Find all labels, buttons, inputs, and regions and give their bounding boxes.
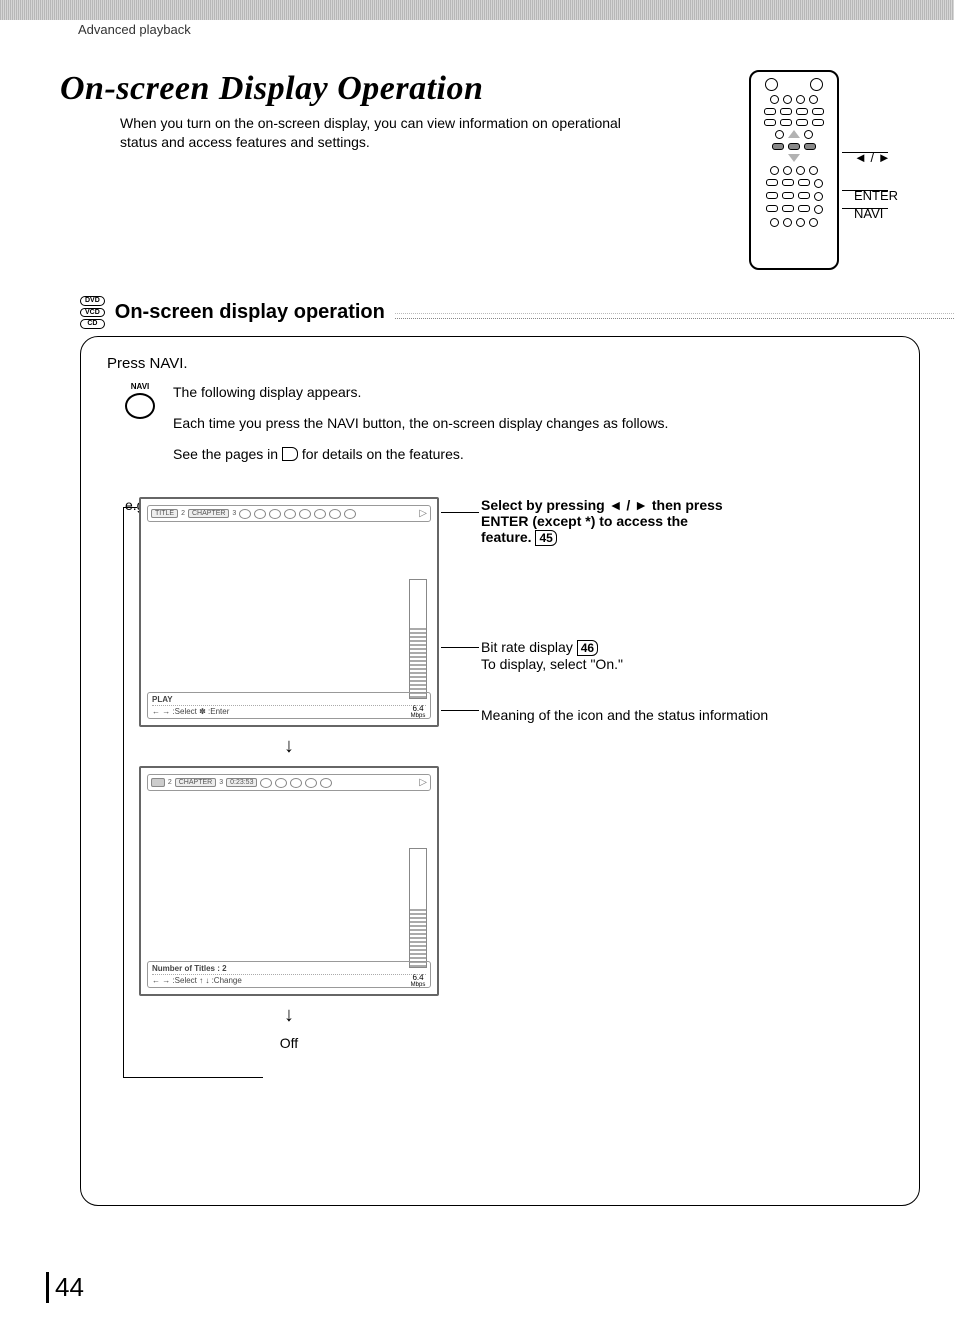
osd-screen-1: TITLE 2 CHAPTER 3 ▷ 6.4 Mbps PLAY ← → :S… [139, 497, 439, 727]
leader-line [123, 507, 137, 508]
osd2-title-highlight [151, 778, 165, 787]
intro-text: When you turn on the on-screen display, … [120, 114, 640, 152]
page-ref-box-icon [282, 447, 298, 461]
leader-line [441, 710, 479, 711]
badge-dvd: DVD [80, 296, 105, 306]
osd2-more-icon: ▷ [419, 777, 427, 788]
down-arrow-icon: ↓ [139, 735, 439, 758]
osd1-play-label: PLAY [152, 695, 426, 706]
osd2-time: 0:23:53 [226, 778, 257, 787]
osd1-chapter-tag: CHAPTER [188, 509, 229, 518]
press-navi-text: Press NAVI. [107, 355, 893, 372]
leader-line [842, 208, 888, 209]
leader-line [842, 152, 888, 153]
bitrate-meter [409, 579, 427, 699]
navi-button-icon: NAVI [123, 382, 157, 419]
off-label: Off [139, 1035, 439, 1051]
page-ref-45: 45 [535, 530, 556, 546]
leader-line [441, 512, 479, 513]
osd1-title-num: 2 [181, 510, 185, 517]
osd2-title-num: 2 [168, 779, 172, 786]
osd2-chapter-tag: CHAPTER [175, 778, 216, 787]
see-pages: See the pages in for details on the feat… [173, 444, 668, 465]
osd1-chapter-num: 3 [232, 510, 236, 517]
dotted-rule [395, 313, 954, 319]
osd2-titles: Number of Titles : 2 [152, 964, 426, 975]
leader-line [842, 190, 888, 191]
remote-diagram [749, 70, 839, 270]
page-number: 44 [46, 1272, 84, 1303]
bitrate-meter [409, 848, 427, 968]
badge-cd: CD [80, 319, 105, 329]
callout-bitrate: Bit rate display 46 To display, select "… [481, 639, 623, 672]
top-strip [0, 0, 954, 20]
down-arrow-icon: ↓ [139, 1004, 439, 1027]
body-line1: The following display appears. [173, 382, 668, 403]
callout-select: Select by pressing ◄ / ► then press ENTE… [481, 497, 723, 546]
leader-line [123, 507, 124, 1077]
body-line2: Each time you press the NAVI button, the… [173, 413, 668, 434]
osd2-chapter-num: 3 [219, 779, 223, 786]
page-ref-46: 46 [577, 640, 598, 656]
osd1-more-icon: ▷ [419, 508, 427, 519]
disc-badges: DVD VCD CD [80, 296, 105, 329]
osd-screen-2: 2 CHAPTER 3 0:23:53 ▷ 6.4 Mbps Number of… [139, 766, 439, 996]
navi-button-label: NAVI [131, 382, 150, 391]
osd1-hint: ← → :Select ✽ :Enter [152, 707, 426, 716]
callout-meaning: Meaning of the icon and the status infor… [481, 707, 768, 723]
osd2-hint: ← → :Select ↑ ↓ :Change [152, 976, 426, 985]
osd1-title-tag: TITLE [151, 509, 178, 518]
breadcrumb: Advanced playback [78, 22, 191, 37]
leader-line [123, 1077, 263, 1078]
instruction-panel: Press NAVI. NAVI The following display a… [80, 336, 920, 1206]
leader-line [441, 647, 479, 648]
badge-vcd: VCD [80, 308, 105, 318]
section-title: On-screen display operation [115, 301, 385, 324]
